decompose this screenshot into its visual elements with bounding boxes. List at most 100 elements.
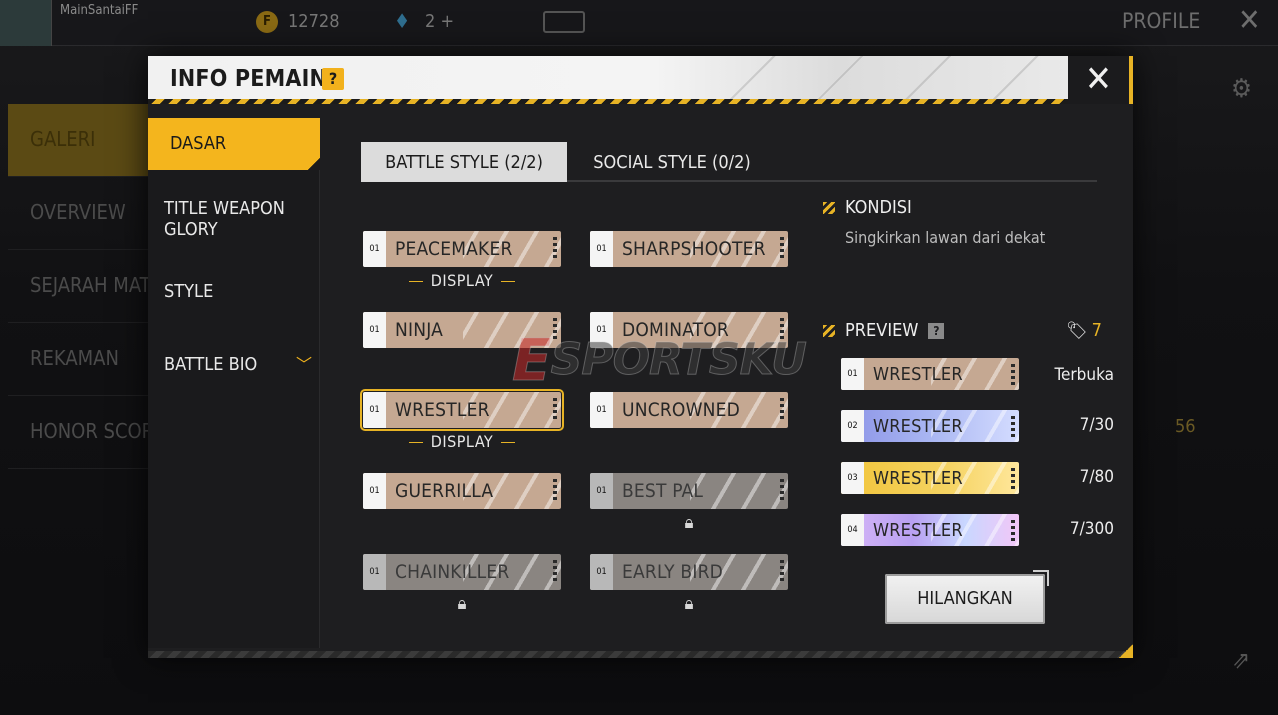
level-badge: 01	[363, 231, 386, 267]
card-dots	[553, 237, 557, 261]
coin-balance: 12728	[288, 11, 340, 32]
title-card-guerrilla[interactable]: 01 GUERRILLA	[363, 473, 561, 509]
card-dots	[553, 560, 557, 584]
level-badge: 04	[841, 514, 864, 546]
diamond-icon: ♦	[394, 9, 411, 33]
background-stat-value: 56	[1175, 416, 1196, 437]
title-card-uncrowned[interactable]: 01 UNCROWNED	[590, 392, 788, 428]
header-hazard-stripe	[148, 99, 1133, 104]
card-dots	[780, 560, 784, 584]
modal-bottom-stripe	[148, 651, 1133, 658]
title-name: NINJA	[395, 319, 443, 341]
card-dots	[1011, 468, 1015, 492]
preview-level-2: 02 WRESTLER	[841, 410, 1019, 442]
preview-status: 7/30	[1079, 415, 1114, 435]
preview-level-4: 04 WRESTLER	[841, 514, 1019, 546]
hide-button[interactable]: HILANGKAN	[885, 570, 1049, 624]
player-info-modal: INFO PEMAIN ? ✕ DASAR TITLE WEAPON GLORY…	[148, 56, 1133, 658]
style-tabs: BATTLE STYLE (2/2) SOCIAL STYLE (0/2)	[361, 142, 1097, 182]
modal-menu: DASAR TITLE WEAPON GLORY STYLE BATTLE BI…	[148, 118, 320, 648]
level-badge: 02	[841, 410, 864, 442]
diamond-balance[interactable]: 2 +	[425, 11, 454, 32]
menu-item-dasar[interactable]: DASAR	[148, 118, 320, 170]
level-badge: 01	[590, 231, 613, 267]
lock-icon: 🔒︎	[684, 594, 694, 614]
title-name: CHAINKILLER	[395, 561, 510, 583]
condition-heading: KONDISI	[823, 197, 912, 218]
title-card-wrestler[interactable]: 01 WRESTLER	[360, 389, 564, 431]
title-card-early-bird[interactable]: 01 EARLY BIRD	[590, 554, 788, 590]
tab-social-style[interactable]: SOCIAL STYLE (0/2)	[567, 142, 777, 182]
share-icon[interactable]: ⇗	[1232, 646, 1250, 674]
player-username: MainSantaiFF	[60, 3, 139, 18]
level-badge: 01	[590, 312, 613, 348]
menu-item-label: BATTLE BIO	[164, 354, 258, 375]
tag-icon: 🏷︎	[1066, 321, 1088, 341]
preview-heading: PREVIEW?	[823, 320, 945, 341]
modal-title: INFO PEMAIN	[170, 66, 328, 92]
player-avatar[interactable]	[0, 0, 52, 46]
card-dots	[553, 479, 557, 503]
title-name: PEACEMAKER	[395, 238, 513, 260]
display-tag: DISPLAY	[363, 271, 561, 290]
modal-header: INFO PEMAIN ?	[148, 56, 1068, 104]
card-dots	[780, 318, 784, 342]
chevron-down-icon: ﹀	[296, 355, 313, 374]
title-name: DOMINATOR	[622, 319, 729, 341]
menu-item-label: STYLE	[164, 281, 214, 302]
level-badge: 01	[590, 554, 613, 590]
help-icon[interactable]: ?	[928, 323, 945, 339]
stripe-marker-icon	[823, 325, 835, 337]
title-card-dominator[interactable]: 01 DOMINATOR	[590, 312, 788, 348]
menu-item-label: DASAR	[170, 133, 227, 154]
title-name: WRESTLER	[395, 399, 490, 421]
condition-heading-label: KONDISI	[845, 197, 912, 218]
top-bar: MainSantaiFF F 12728 ♦ 2 + PROFILE ✕	[0, 0, 1278, 46]
menu-item-title-weapon-glory[interactable]: TITLE WEAPON GLORY	[148, 198, 288, 240]
card-icon[interactable]	[543, 11, 585, 33]
card-dots	[780, 398, 784, 422]
title-card-best-pal[interactable]: 01 BEST PAL	[590, 473, 788, 509]
level-badge: 01	[590, 392, 613, 428]
menu-item-battle-bio[interactable]: BATTLE BIO ﹀	[148, 354, 320, 375]
title-name: WRESTLER	[873, 415, 963, 437]
close-screen-icon[interactable]: ✕	[1238, 6, 1261, 36]
sidenav-item-overview[interactable]: OVERVIEW	[8, 177, 158, 250]
title-name: BEST PAL	[622, 480, 704, 502]
level-badge: 01	[363, 554, 386, 590]
card-dots	[1011, 520, 1015, 544]
preview-level-1: 01 WRESTLER	[841, 358, 1019, 390]
title-card-ninja[interactable]: 01 NINJA	[363, 312, 561, 348]
menu-item-style[interactable]: STYLE	[148, 281, 320, 302]
help-icon[interactable]: ?	[322, 68, 344, 90]
card-dots	[553, 318, 557, 342]
card-dots	[1011, 364, 1015, 388]
title-card-chainkiller[interactable]: 01 CHAINKILLER	[363, 554, 561, 590]
tab-battle-style[interactable]: BATTLE STYLE (2/2)	[361, 142, 567, 182]
sidenav-item-sejarah[interactable]: SEJARAH MAT	[8, 250, 158, 323]
preview-status: Terbuka	[1054, 365, 1114, 385]
sidenav-item-galeri[interactable]: GALERI	[8, 104, 158, 177]
title-name: WRESTLER	[873, 363, 963, 385]
title-card-sharpshooter[interactable]: 01 SHARPSHOOTER	[590, 231, 788, 267]
level-badge: 01	[841, 358, 864, 390]
sidenav-item-rekaman[interactable]: REKAMAN	[8, 323, 158, 396]
card-dots	[553, 398, 557, 422]
menu-item-label: TITLE WEAPON GLORY	[164, 198, 285, 240]
lock-icon: 🔒︎	[457, 594, 467, 614]
level-badge: 03	[841, 462, 864, 494]
card-dots	[780, 479, 784, 503]
preview-heading-label: PREVIEW	[845, 320, 919, 341]
tag-count: 🏷︎ 7	[1066, 320, 1102, 341]
gear-icon[interactable]: ⚙	[1231, 74, 1252, 104]
title-card-peacemaker[interactable]: 01 PEACEMAKER	[363, 231, 561, 267]
preview-level-3: 03 WRESTLER	[841, 462, 1019, 494]
sidenav-item-honor-score[interactable]: HONOR SCORE	[8, 396, 166, 469]
level-badge: 01	[363, 473, 386, 509]
corner-mark	[1119, 644, 1133, 658]
close-button[interactable]: ✕	[1068, 56, 1133, 104]
preview-status: 7/80	[1079, 467, 1114, 487]
stripe-marker-icon	[823, 202, 835, 214]
level-badge: 01	[590, 473, 613, 509]
title-name: WRESTLER	[873, 519, 963, 541]
